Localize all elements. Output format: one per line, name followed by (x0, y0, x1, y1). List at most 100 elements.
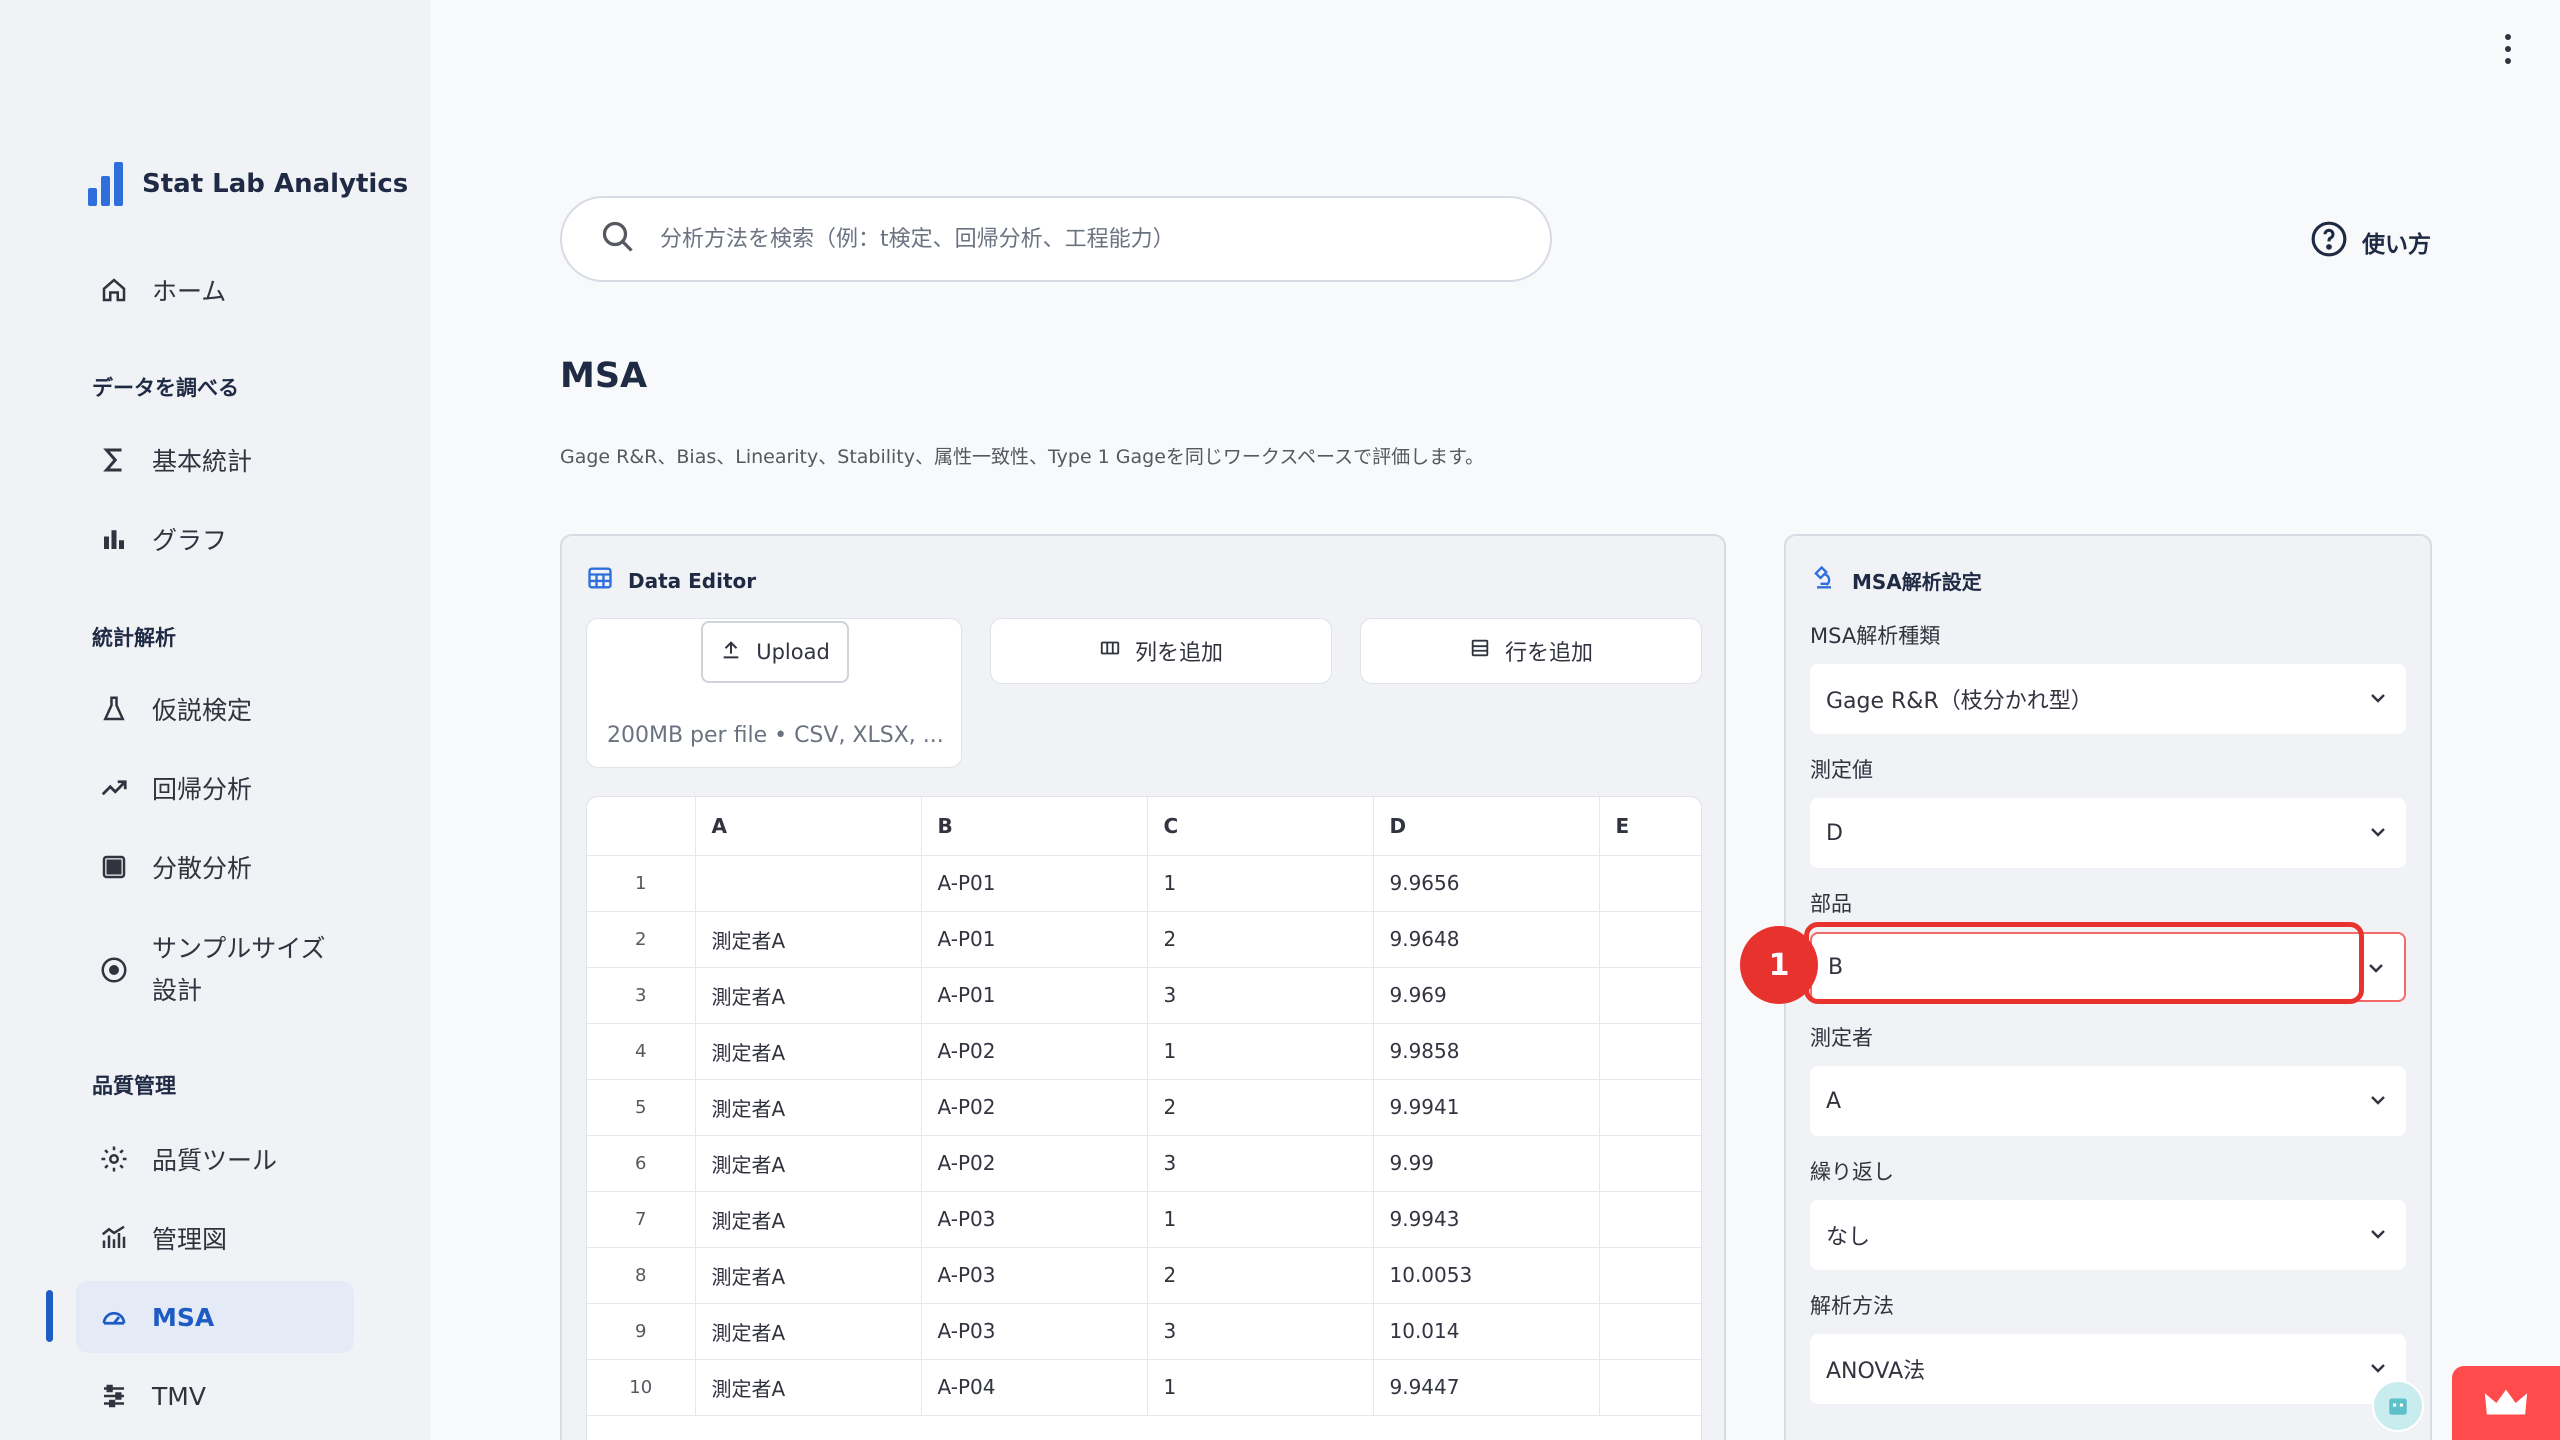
add-row-button[interactable]: 行を追加 (1360, 618, 1702, 684)
sidebar-item-regression[interactable]: 回帰分析 (76, 752, 354, 824)
assistant-avatar[interactable] (2372, 1380, 2424, 1432)
table-cell[interactable] (695, 855, 922, 912)
table-cell[interactable]: 9.9858 (1373, 1023, 1600, 1080)
table-cell[interactable]: A-P03 (921, 1247, 1148, 1304)
column-header[interactable]: B (921, 797, 1148, 856)
table-cell[interactable]: A-P02 (921, 1023, 1148, 1080)
table-cell[interactable]: 測定者A (695, 1079, 922, 1136)
row-index-cell[interactable]: 9 (587, 1303, 696, 1360)
table-cell[interactable]: A-P01 (921, 911, 1148, 968)
sidebar-item-basic-stats[interactable]: 基本統計 (76, 424, 354, 496)
row-index-cell[interactable]: 6 (587, 1135, 696, 1192)
streamlit-crown-button[interactable] (2452, 1366, 2560, 1440)
row-index-cell[interactable]: 1 (587, 855, 696, 912)
table-cell[interactable]: 3 (1147, 1303, 1374, 1360)
sidebar-item-home[interactable]: ホーム (76, 254, 354, 326)
table-cell[interactable]: A-P03 (921, 1303, 1148, 1360)
search-bar[interactable] (560, 196, 1552, 282)
more-menu-icon[interactable] (2496, 34, 2520, 64)
table-cell[interactable]: 9.9447 (1373, 1359, 1600, 1416)
table-cell[interactable]: 測定者A (695, 1191, 922, 1248)
table-cell[interactable] (1599, 1023, 1701, 1080)
table-cell[interactable]: 9.969 (1373, 967, 1600, 1024)
file-uploader[interactable]: Upload 200MB per file • CSV, XLSX, ... (586, 618, 962, 768)
search-input[interactable] (660, 226, 1480, 252)
add-column-button[interactable]: 列を追加 (990, 618, 1332, 684)
table-cell[interactable]: A-P03 (921, 1191, 1148, 1248)
table-cell[interactable]: A-P01 (921, 967, 1148, 1024)
column-header[interactable]: D (1373, 797, 1600, 856)
upload-icon (720, 639, 742, 666)
row-index-cell[interactable]: 8 (587, 1247, 696, 1304)
row-index-cell[interactable]: 10 (587, 1359, 696, 1416)
chevron-down-icon (2371, 1096, 2385, 1105)
brand[interactable]: Stat Lab Analytics (88, 162, 408, 206)
table-cell[interactable]: 9.99 (1373, 1135, 1600, 1192)
row-index-cell[interactable]: 3 (587, 967, 696, 1024)
table-cell[interactable]: 2 (1147, 1247, 1374, 1304)
sidebar-item-tmv[interactable]: TMV (76, 1360, 354, 1432)
sidebar-item-sample-size[interactable]: サンプルサイズ 設計 (76, 928, 354, 1012)
table-cell[interactable]: 9.9648 (1373, 911, 1600, 968)
operator-select[interactable]: A (1810, 1066, 2406, 1136)
table-cell[interactable]: 1 (1147, 1359, 1374, 1416)
table-cell[interactable]: 測定者A (695, 967, 922, 1024)
table-cell[interactable] (1599, 1359, 1701, 1416)
table-cell[interactable]: 9.9943 (1373, 1191, 1600, 1248)
measurement-select[interactable]: D (1810, 798, 2406, 868)
row-index-cell[interactable]: 7 (587, 1191, 696, 1248)
table-cell[interactable] (1599, 1191, 1701, 1248)
data-grid[interactable]: A B C D E 1 A-P01 1 9.9656 2 測定者A A-P01 2 9.9648… (586, 796, 1702, 1440)
replicate-select[interactable]: なし (1810, 1200, 2406, 1270)
table-cell[interactable] (1599, 1135, 1701, 1192)
sidebar-item-quality-tools[interactable]: 品質ツール (76, 1123, 354, 1195)
table-cell[interactable] (1599, 1247, 1701, 1304)
table-cell[interactable]: A-P02 (921, 1079, 1148, 1136)
column-header[interactable]: C (1147, 797, 1374, 856)
sidebar-item-graph[interactable]: グラフ (76, 503, 354, 575)
table-cell[interactable]: 9.9656 (1373, 855, 1600, 912)
table-cell[interactable]: 10.0053 (1373, 1247, 1600, 1304)
table-cell[interactable]: 測定者A (695, 911, 922, 968)
sidebar-item-msa[interactable]: MSA (76, 1281, 354, 1353)
table-cell[interactable]: 1 (1147, 1023, 1374, 1080)
msa-type-select[interactable]: Gage R&R（枝分かれ型） (1810, 664, 2406, 734)
table-cell[interactable]: 測定者A (695, 1023, 922, 1080)
table-cell[interactable]: 1 (1147, 1191, 1374, 1248)
table-cell[interactable]: 9.9941 (1373, 1079, 1600, 1136)
column-header[interactable]: A (695, 797, 922, 856)
sidebar-item-anova[interactable]: 分散分析 (76, 831, 354, 903)
table-cell[interactable] (1599, 855, 1701, 912)
table-cell[interactable]: A-P01 (921, 855, 1148, 912)
sidebar-item-hypothesis[interactable]: 仮説検定 (76, 673, 354, 745)
sidebar-item-label: ホーム (152, 277, 227, 306)
sidebar-item-control-chart[interactable]: 管理図 (76, 1202, 354, 1274)
table-cell[interactable]: 2 (1147, 911, 1374, 968)
row-index-cell[interactable]: 4 (587, 1023, 696, 1080)
table-cell[interactable]: 2 (1147, 1079, 1374, 1136)
table-cell[interactable] (1599, 911, 1701, 968)
table-cell[interactable]: 測定者A (695, 1247, 922, 1304)
table-cell[interactable]: 10.014 (1373, 1303, 1600, 1360)
row-index-cell[interactable]: 2 (587, 911, 696, 968)
table-cell[interactable] (1599, 1079, 1701, 1136)
field-label-part: 部品 (1810, 892, 1852, 916)
table-cell[interactable]: 3 (1147, 1135, 1374, 1192)
upload-button[interactable]: Upload (701, 621, 849, 683)
table-cell[interactable]: A-P04 (921, 1359, 1148, 1416)
table-cell[interactable]: 測定者A (695, 1303, 922, 1360)
column-header[interactable] (587, 797, 696, 856)
method-select[interactable]: ANOVA法 (1810, 1334, 2406, 1404)
table-cell[interactable]: 3 (1147, 967, 1374, 1024)
table-cell[interactable] (1599, 1303, 1701, 1360)
sidebar-item-label: サンプルサイズ (152, 934, 326, 963)
table-cell[interactable]: 測定者A (695, 1135, 922, 1192)
column-header[interactable]: E (1599, 797, 1701, 856)
table-cell[interactable] (1599, 967, 1701, 1024)
table-cell[interactable]: 測定者A (695, 1359, 922, 1416)
help-button[interactable]: 使い方 (2310, 220, 2431, 264)
row-index-cell[interactable]: 5 (587, 1079, 696, 1136)
table-cell[interactable]: 1 (1147, 855, 1374, 912)
table-cell[interactable]: A-P02 (921, 1135, 1148, 1192)
table-row: 7 測定者A A-P03 1 9.9943 (587, 1191, 1701, 1248)
